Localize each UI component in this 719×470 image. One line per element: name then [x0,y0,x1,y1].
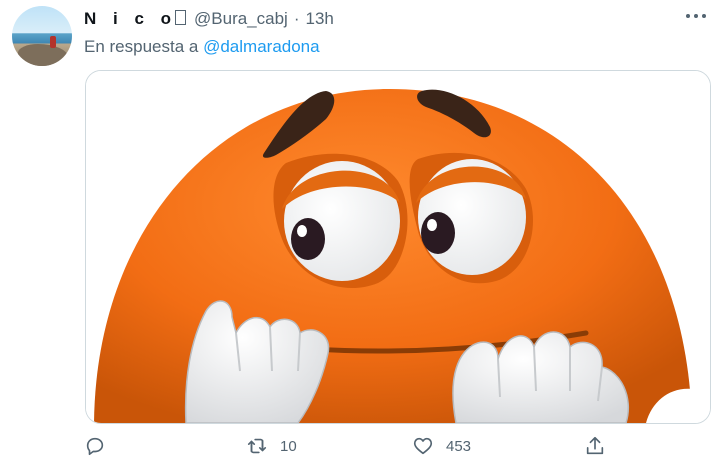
share-icon [586,436,604,455]
share-button[interactable] [584,432,606,460]
tweet-actions: 10 453 [0,430,719,462]
worried-orange-candy-character-image [86,71,710,423]
timestamp[interactable]: 13h [306,9,334,28]
like-count: 453 [446,437,472,455]
unknown-glyph-icon [175,10,187,25]
more-dot [694,14,698,18]
tweet-header: N i c o @Bura_cabj · 13h [84,8,334,30]
avatar[interactable] [12,6,72,66]
reply-button[interactable] [84,432,106,460]
reply-prefix: En respuesta a [84,37,199,56]
tweet: N i c o @Bura_cabj · 13h En respuesta a @da… [0,0,719,470]
tweet-media[interactable] [85,70,711,424]
heart-icon [413,437,433,455]
avatar-person [50,36,56,48]
left-pupil [291,218,325,260]
retweet-icon [247,438,267,454]
reply-context: En respuesta a @dalmaradona [84,36,320,58]
reply-icon [86,437,104,456]
reply-mention-link[interactable]: @dalmaradona [203,37,320,56]
retweet-count: 10 [280,437,297,455]
user-handle[interactable]: @Bura_cabj [194,9,288,28]
more-options-icon[interactable] [684,10,708,24]
more-dot [686,14,690,18]
avatar-rock [18,44,68,66]
retweet-button[interactable]: 10 [246,432,297,460]
display-name[interactable]: N i c o [84,9,177,28]
separator-dot: · [293,9,300,28]
like-button[interactable]: 453 [412,432,471,460]
right-pupil [421,212,455,254]
more-dot [702,14,706,18]
